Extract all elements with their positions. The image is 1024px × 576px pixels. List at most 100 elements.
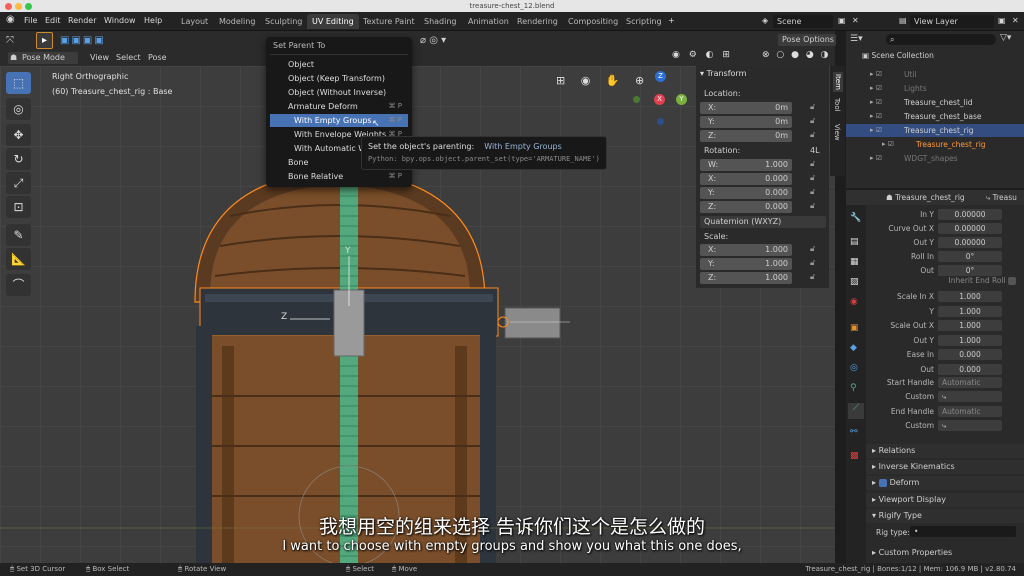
scale-x-field[interactable]: X: 1.000: [700, 244, 792, 256]
menu-pose[interactable]: Pose: [148, 53, 167, 62]
scene-collection[interactable]: ▣ Scene Collection: [862, 51, 934, 60]
prop-field[interactable]: 1.000: [938, 320, 1002, 331]
end-handle-select[interactable]: Automatic: [938, 406, 1002, 417]
location-z-field[interactable]: Z: 0m: [700, 130, 792, 142]
overlay-icons[interactable]: ◉ ⚙ ◐ ⊞: [672, 50, 733, 60]
move-tool-icon[interactable]: ✥: [6, 124, 31, 146]
menu-view[interactable]: View: [90, 53, 109, 62]
menu-select[interactable]: Select: [116, 53, 141, 62]
outliner-row[interactable]: ▸ ☑ Treasure_chest_lid: [846, 96, 1024, 109]
filter-icon[interactable]: ▽▾: [1000, 33, 1011, 43]
scale-tool-icon[interactable]: ⤢: [6, 172, 31, 194]
rotation-w-field[interactable]: W: 1.000: [700, 159, 792, 171]
menu-item-armature-deform[interactable]: Armature Deform ⌘ P: [270, 100, 408, 113]
tab-compositing[interactable]: Compositing: [563, 14, 623, 29]
texture-props-icon[interactable]: ▩: [850, 451, 859, 461]
outliner-editor-icon[interactable]: ☰▾: [850, 34, 863, 44]
lock-icon[interactable]: 🔓︎: [810, 244, 815, 254]
lock-icon[interactable]: 🔓︎: [810, 130, 815, 140]
tab-rendering[interactable]: Rendering: [512, 14, 563, 29]
scene-icon[interactable]: ◈: [762, 16, 768, 25]
scene-browse-icon[interactable]: ▣: [838, 16, 846, 25]
bone-size-tool-icon[interactable]: ⌒: [6, 274, 31, 296]
add-workspace-icon[interactable]: +: [668, 16, 675, 25]
transform-pivot-icon[interactable]: ⤧: [6, 35, 14, 46]
gizmo-neg-z[interactable]: [657, 118, 664, 125]
prop-field[interactable]: 0.000: [938, 349, 1002, 360]
outliner-search-input[interactable]: ⌕: [886, 34, 996, 45]
start-handle-select[interactable]: Automatic: [938, 377, 1002, 388]
view-layer-icon[interactable]: ▤: [899, 16, 907, 25]
rotation-z-field[interactable]: Z: 0.000: [700, 201, 792, 213]
tab-item[interactable]: Item: [833, 72, 843, 92]
tab-sculpting[interactable]: Sculpting: [260, 14, 307, 29]
select-box-tool-icon[interactable]: ⬚: [6, 72, 31, 94]
properties-object-name[interactable]: ☗ Treasure_chest_rig: [886, 193, 965, 202]
outliner-row[interactable]: ▸ ☑ Lights: [846, 82, 1024, 95]
zoom-window-button[interactable]: [25, 3, 32, 10]
outliner-row[interactable]: ▸ ☑ Treasure_chest_rig: [846, 124, 1024, 137]
menu-item-object[interactable]: Object: [270, 58, 408, 71]
lock-icon[interactable]: 🔓︎: [810, 116, 815, 126]
prop-field[interactable]: 0.00000: [938, 237, 1002, 248]
prop-field[interactable]: 1.000: [938, 334, 1002, 346]
menu-file[interactable]: File: [24, 16, 37, 25]
outliner-row[interactable]: ▸ ☑ WDGT_shapes: [846, 152, 1024, 165]
gizmo-y-axis[interactable]: Y: [676, 94, 687, 105]
snap-icon[interactable]: ⌀ ◎ ▾: [420, 35, 446, 46]
lock-icon[interactable]: 🔓︎: [810, 272, 815, 282]
pose-options-button[interactable]: Pose Options: [778, 34, 836, 46]
rotation-y-field[interactable]: Y: 0.000: [700, 187, 792, 199]
transform-tool-icon[interactable]: ⊡: [6, 196, 31, 218]
tab-texture-paint[interactable]: Texture Paint: [358, 14, 420, 29]
prop-field[interactable]: 0°: [938, 265, 1002, 276]
navigation-icons[interactable]: ⊞ ◉ ✋ ⊕: [556, 74, 650, 87]
menu-edit[interactable]: Edit: [45, 16, 61, 25]
lock-icon[interactable]: 🔓︎: [810, 201, 815, 211]
blender-logo-icon[interactable]: ◉: [6, 14, 15, 25]
outliner-row[interactable]: ▸ ☑ Util: [846, 68, 1024, 81]
tab-layout[interactable]: Layout: [176, 14, 213, 29]
menu-item-with-empty-groups[interactable]: With Empty Groups ⌘ P: [270, 114, 408, 127]
tab-modeling[interactable]: Modeling: [214, 14, 260, 29]
custom-bone-field[interactable]: ⤷: [938, 391, 1002, 402]
lock-icon[interactable]: 🔓︎: [810, 173, 815, 183]
tab-uv-editing[interactable]: UV Editing: [307, 14, 359, 29]
annotate-tool-icon[interactable]: ✎: [6, 224, 31, 246]
minimize-window-button[interactable]: [15, 3, 22, 10]
custom-bone-field-2[interactable]: ⤷: [938, 420, 1002, 431]
section-header[interactable]: ▸ Relations: [866, 444, 1024, 458]
prop-field[interactable]: 1.000: [938, 291, 1002, 302]
scale-z-field[interactable]: Z: 1.000: [700, 272, 792, 284]
prop-field[interactable]: 0.000: [938, 363, 1002, 375]
gizmo-neg-y[interactable]: [633, 96, 640, 103]
scale-y-field[interactable]: Y: 1.000: [700, 258, 792, 270]
menu-item-object-without-inverse[interactable]: Object (Without Inverse): [270, 86, 408, 99]
tab-shading[interactable]: Shading: [419, 14, 462, 29]
view-layer-props-icon[interactable]: ▧: [850, 277, 859, 287]
location-x-field[interactable]: X: 0m: [700, 102, 792, 114]
rotation-x-field[interactable]: X: 0.000: [700, 173, 792, 185]
mode-selector[interactable]: Pose Mode: [8, 52, 78, 64]
view-layer-close-icon[interactable]: ✕: [1012, 16, 1019, 25]
lock-icon[interactable]: 🔓︎: [810, 159, 815, 169]
prop-field[interactable]: 0.00000: [938, 223, 1002, 234]
gizmo-x-axis[interactable]: X: [654, 94, 665, 105]
view-layer-browse-icon[interactable]: ▣: [998, 16, 1006, 25]
outliner-row[interactable]: ▸ ☑ Treasure_chest_base: [846, 110, 1024, 123]
menu-item-object-keep-transform[interactable]: Object (Keep Transform): [270, 72, 408, 85]
section-header[interactable]: ▸ Viewport Display: [866, 493, 1024, 507]
gizmo-z-axis[interactable]: Z: [655, 71, 666, 82]
transform-header[interactable]: ▾ Transform: [700, 69, 746, 78]
inherit-end-roll[interactable]: Inherit End Roll: [876, 276, 1016, 285]
tab-tool[interactable]: Tool: [833, 98, 841, 112]
menu-item-bone-relative[interactable]: Bone Relative ⌘ P: [270, 170, 408, 183]
menu-help[interactable]: Help: [144, 16, 162, 25]
scene-selector[interactable]: Scene: [773, 15, 833, 28]
rotation-mode-select[interactable]: Quaternion (WXYZ): [700, 216, 826, 228]
outliner-row[interactable]: ▸ ☑ Treasure_chest_rig: [846, 138, 1024, 151]
prop-field[interactable]: 1.000: [938, 305, 1002, 317]
prop-field[interactable]: 0.00000: [938, 209, 1002, 220]
tab-view[interactable]: View: [833, 124, 841, 141]
section-header[interactable]: ▸ Inverse Kinematics: [866, 460, 1024, 474]
